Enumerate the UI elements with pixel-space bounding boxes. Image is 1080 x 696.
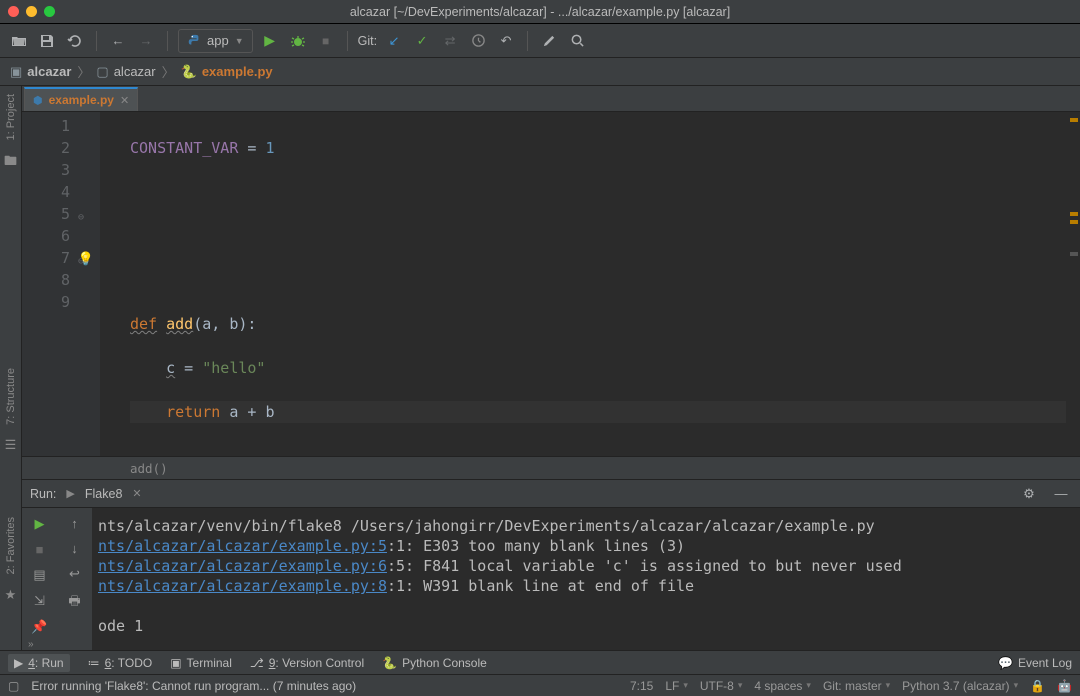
python-file-icon: 🐍	[181, 64, 197, 80]
run-config-label: app	[207, 33, 229, 48]
terminal-tab-button[interactable]: ▣Terminal	[170, 656, 232, 670]
open-icon[interactable]	[8, 30, 30, 52]
structure-tool-button[interactable]: 7: Structure	[5, 368, 17, 425]
debug-icon[interactable]	[287, 30, 309, 52]
scroll-down-icon[interactable]: ↓	[71, 541, 78, 556]
git-revert-icon[interactable]: ↶	[495, 30, 517, 52]
more-icon[interactable]: »	[22, 635, 92, 654]
settings-icon[interactable]	[538, 30, 560, 52]
run-header: Run: ▶ Flake8 ✕ ⚙ —	[22, 480, 1080, 508]
folder-icon: ▣	[10, 64, 22, 80]
breadcrumb-separator: 〉	[77, 62, 90, 81]
hide-panel-icon[interactable]: —	[1050, 483, 1072, 505]
run-config-selector[interactable]: app ▼	[178, 29, 253, 53]
close-run-tab-icon[interactable]: ✕	[132, 487, 141, 500]
git-branch-selector[interactable]: Git: master▾	[823, 679, 890, 693]
structure-icon[interactable]: ☰	[5, 437, 17, 453]
star-icon[interactable]: ★	[5, 587, 17, 603]
code-crumb[interactable]: add()	[22, 456, 1080, 480]
git-label: Git:	[358, 34, 377, 48]
close-tab-icon[interactable]: ✕	[120, 94, 129, 107]
code-content[interactable]: CONSTANT_VAR = 1 def add(a, b): c = "hel…	[100, 112, 1066, 456]
breadcrumb-separator: 〉	[162, 62, 175, 81]
interpreter-selector[interactable]: Python 3.7 (alcazar)▾	[902, 679, 1018, 693]
git-update-icon[interactable]: ↙	[383, 30, 405, 52]
refresh-icon[interactable]	[64, 30, 86, 52]
bottom-tool-tabs: ▶4: Run ≔6: TODO ▣Terminal ⎇9: Version C…	[0, 650, 1080, 674]
run-tab-icon: ▶	[66, 487, 74, 500]
run-toolbar: ▶ ■ ▤ ⇲ 📌 ↑ ↓ ↩ 🖶	[22, 508, 92, 650]
editor-tabs: ⬢ example.py ✕	[22, 86, 1080, 112]
rerun-icon[interactable]: ▶	[35, 516, 45, 532]
line-number-gutter: 1 2 3 4 5⊖ 6 7⊖💡 8 9	[22, 112, 100, 456]
output-link[interactable]: nts/alcazar/alcazar/example.py:6	[98, 557, 387, 575]
titlebar: alcazar [~/DevExperiments/alcazar] - ...…	[0, 0, 1080, 24]
output-link[interactable]: nts/alcazar/alcazar/example.py:5	[98, 537, 387, 555]
run-tab-name[interactable]: Flake8	[85, 487, 123, 501]
breadcrumb-dir[interactable]: ▢alcazar	[96, 64, 155, 80]
project-icon[interactable]: 🖿	[4, 152, 17, 174]
main-toolbar: ← → app ▼ ▶ ■ Git: ↙ ✓ ⇄ ↶	[0, 24, 1080, 58]
editor-scrollbar[interactable]	[1066, 112, 1080, 456]
run-icon[interactable]: ▶	[259, 30, 281, 52]
run-settings-icon[interactable]: ⚙	[1018, 483, 1040, 505]
status-bar: ▢ Error running 'Flake8': Cannot run pro…	[0, 674, 1080, 696]
lock-icon[interactable]: 🔒	[1030, 679, 1045, 693]
python-file-icon: ⬢	[33, 94, 43, 107]
project-tool-button[interactable]: 1: Project	[5, 94, 17, 140]
tab-label: example.py	[49, 93, 114, 107]
status-message[interactable]: Error running 'Flake8': Cannot run progr…	[31, 679, 356, 693]
run-label: Run:	[30, 487, 56, 501]
code-editor[interactable]: 1 2 3 4 5⊖ 6 7⊖💡 8 9 CONSTANT_VAR = 1 de…	[22, 112, 1080, 456]
git-compare-icon: ⇄	[439, 30, 461, 52]
breadcrumb: ▣alcazar 〉 ▢alcazar 〉 🐍example.py	[0, 58, 1080, 86]
favorites-tool-button[interactable]: 2: Favorites	[5, 517, 17, 574]
todo-tab-button[interactable]: ≔6: TODO	[88, 656, 153, 670]
output-link[interactable]: nts/alcazar/alcazar/example.py:8	[98, 577, 387, 595]
ide-icon[interactable]: 🤖	[1057, 679, 1072, 693]
back-icon[interactable]: ←	[107, 30, 129, 52]
caret-position[interactable]: 7:15	[630, 679, 653, 693]
run-tab-button[interactable]: ▶4: Run	[8, 654, 70, 672]
folder-icon: ▢	[96, 64, 108, 80]
chevron-down-icon: ▼	[235, 36, 244, 46]
layout-icon[interactable]: ▤	[33, 567, 45, 583]
fold-icon[interactable]: ⊖	[78, 207, 84, 229]
intention-bulb-icon[interactable]: 💡	[78, 249, 94, 271]
status-icon[interactable]: ▢	[8, 679, 19, 693]
python-icon	[187, 34, 201, 48]
save-icon[interactable]	[36, 30, 58, 52]
left-tool-rail: 1: Project 🖿 7: Structure ☰ 2: Favorites…	[0, 86, 22, 650]
editor-tab[interactable]: ⬢ example.py ✕	[24, 87, 138, 111]
scroll-up-icon[interactable]: ↑	[71, 516, 78, 531]
forward-icon: →	[135, 30, 157, 52]
line-ending-selector[interactable]: LF▾	[665, 679, 688, 693]
breadcrumb-root[interactable]: ▣alcazar	[10, 64, 71, 80]
print-icon[interactable]: 🖶	[68, 592, 80, 614]
stop-icon: ■	[315, 30, 337, 52]
stop-run-icon[interactable]: ■	[36, 542, 44, 557]
soft-wrap-icon[interactable]: ↩	[69, 566, 80, 582]
breadcrumb-file[interactable]: 🐍example.py	[181, 64, 273, 80]
event-log-button[interactable]: 💬Event Log	[998, 656, 1072, 670]
pin-icon[interactable]: 📌	[31, 619, 47, 635]
indent-selector[interactable]: 4 spaces▾	[754, 679, 811, 693]
window-title: alcazar [~/DevExperiments/alcazar] - ...…	[0, 5, 1080, 19]
git-commit-icon[interactable]: ✓	[411, 30, 433, 52]
dump-icon[interactable]: ⇲	[34, 593, 45, 609]
search-icon[interactable]	[566, 30, 588, 52]
run-tool-window: Run: ▶ Flake8 ✕ ⚙ — ▶ ■ ▤ ⇲ 📌	[22, 480, 1080, 650]
encoding-selector[interactable]: UTF-8▾	[700, 679, 743, 693]
run-output[interactable]: nts/alcazar/venv/bin/flake8 /Users/jahon…	[92, 508, 1080, 650]
python-console-tab-button[interactable]: 🐍Python Console	[382, 656, 487, 670]
git-history-icon[interactable]	[467, 30, 489, 52]
vcs-tab-button[interactable]: ⎇9: Version Control	[250, 656, 364, 670]
